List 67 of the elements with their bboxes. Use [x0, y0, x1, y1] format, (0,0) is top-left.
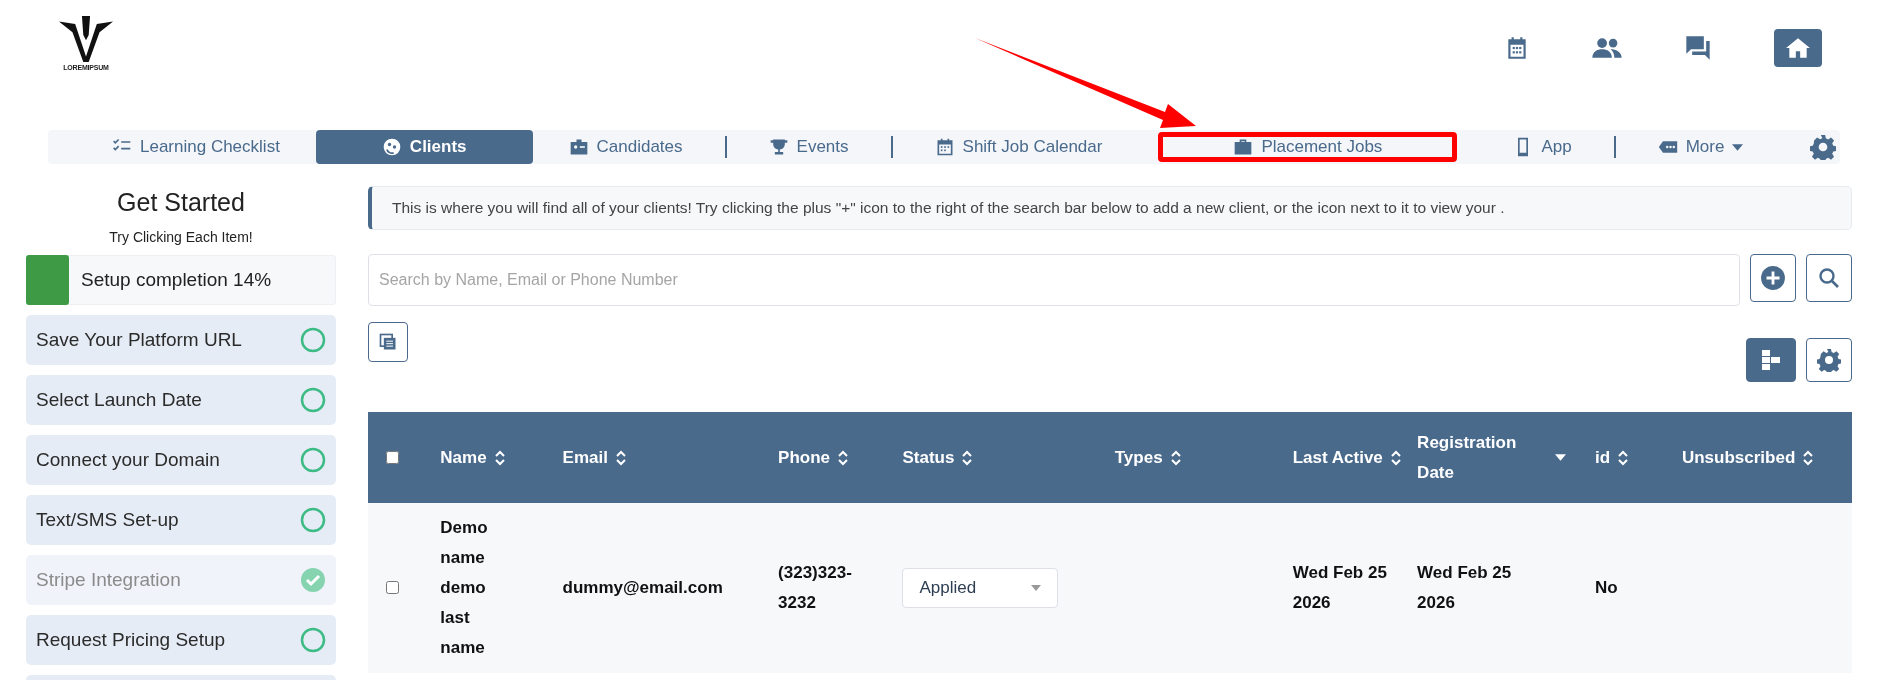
checklist-item[interactable]: Text/SMS Set-up [26, 495, 336, 545]
add-button[interactable] [1750, 254, 1796, 302]
sort-icon[interactable] [962, 449, 973, 466]
sort-icon[interactable] [838, 449, 849, 466]
column-header[interactable]: Name [440, 442, 487, 473]
nav-tab[interactable]: Learning Checklist [88, 130, 304, 164]
nav-tab[interactable]: Placement Jobs [1158, 132, 1458, 162]
trophy-icon [768, 137, 789, 157]
smiley-icon [381, 137, 402, 157]
column-header[interactable]: Phone [778, 442, 831, 473]
column-header[interactable]: Status [902, 442, 955, 473]
status-dropdown[interactable]: Applied [902, 568, 1059, 608]
sort-icon[interactable] [494, 449, 505, 466]
checklist-item[interactable]: Select Launch Date [26, 375, 336, 425]
sort-icon[interactable] [1618, 449, 1629, 466]
nav-tab[interactable]: Clients [315, 130, 533, 164]
people-icon[interactable] [1592, 37, 1622, 59]
plus-icon [1760, 265, 1786, 291]
search-button[interactable] [1806, 254, 1852, 302]
id-badge-icon [568, 137, 589, 157]
table-cell-text: Wed Feb 25 2026 [1417, 562, 1513, 614]
home-button[interactable] [1774, 29, 1822, 67]
search-field[interactable]: Search by Name, Email or Phone Number [368, 254, 1740, 306]
column-header[interactable]: id [1595, 442, 1611, 473]
nav-tab[interactable]: More [1633, 130, 1768, 164]
info-message: This is where you will find all of your clients! Try clicking the plus "+" icon to the right of the search bar below to add a new client, or the icon next to it to view your . [368, 186, 1852, 230]
table-cell-text: dummy@email.com [562, 577, 724, 599]
nav-tab[interactable]: Events [744, 130, 873, 164]
briefcase-icon [1233, 137, 1254, 157]
nav-tab[interactable]: Shift Job Calendar [910, 130, 1127, 164]
column-header[interactable]: Last Active [1292, 442, 1383, 473]
column-header[interactable]: Registration Date [1417, 427, 1548, 488]
caret-icon [1031, 585, 1042, 591]
sort-icon[interactable] [1390, 449, 1401, 466]
sidebar-subtitle: Try Clicking Each Item! [108, 229, 254, 245]
progress-label: Setup completion 14% [81, 269, 272, 291]
column-header[interactable]: Email [562, 442, 608, 473]
settings-icon[interactable] [1810, 134, 1836, 160]
copy-button[interactable] [368, 322, 408, 362]
table-cell-text: No [1595, 577, 1619, 599]
table-cell-text: (323)323-3232 [778, 562, 853, 614]
caret-icon [1732, 143, 1744, 151]
table-cell-text: Wed Feb 25 2026 [1292, 562, 1388, 614]
tree-view-button[interactable] [1746, 338, 1796, 382]
checklist-item[interactable]: Request Pricing Setup [26, 615, 336, 665]
copy-icon [378, 332, 398, 352]
checklist-item[interactable]: Stripe Integration [26, 555, 336, 605]
row-checkbox[interactable] [386, 581, 399, 594]
sidebar-title: Get Started [116, 188, 246, 217]
table-cell-text: Demo name demo last name [440, 517, 489, 659]
logo-icon [58, 16, 114, 62]
sort-icon[interactable] [1170, 449, 1181, 466]
chat-icon[interactable] [1684, 34, 1712, 62]
sort-down-icon[interactable] [1555, 454, 1567, 461]
select-all-checkbox[interactable] [386, 450, 399, 464]
settings-icon [1817, 348, 1841, 372]
nav-tab[interactable]: App [1489, 130, 1596, 164]
settings-button[interactable] [1806, 338, 1852, 382]
checklist-item[interactable]: Connect your Domain [26, 435, 336, 485]
sort-icon[interactable] [615, 449, 626, 466]
column-header[interactable]: Types [1114, 442, 1163, 473]
tree-icon [1759, 348, 1783, 372]
column-header[interactable]: Unsubscribed [1681, 442, 1796, 473]
checklist-item[interactable]: Save Your Platform URL [26, 315, 336, 365]
search-icon [1817, 266, 1841, 290]
nav-tab[interactable]: Candidates [544, 130, 707, 164]
sort-icon[interactable] [1803, 449, 1814, 466]
